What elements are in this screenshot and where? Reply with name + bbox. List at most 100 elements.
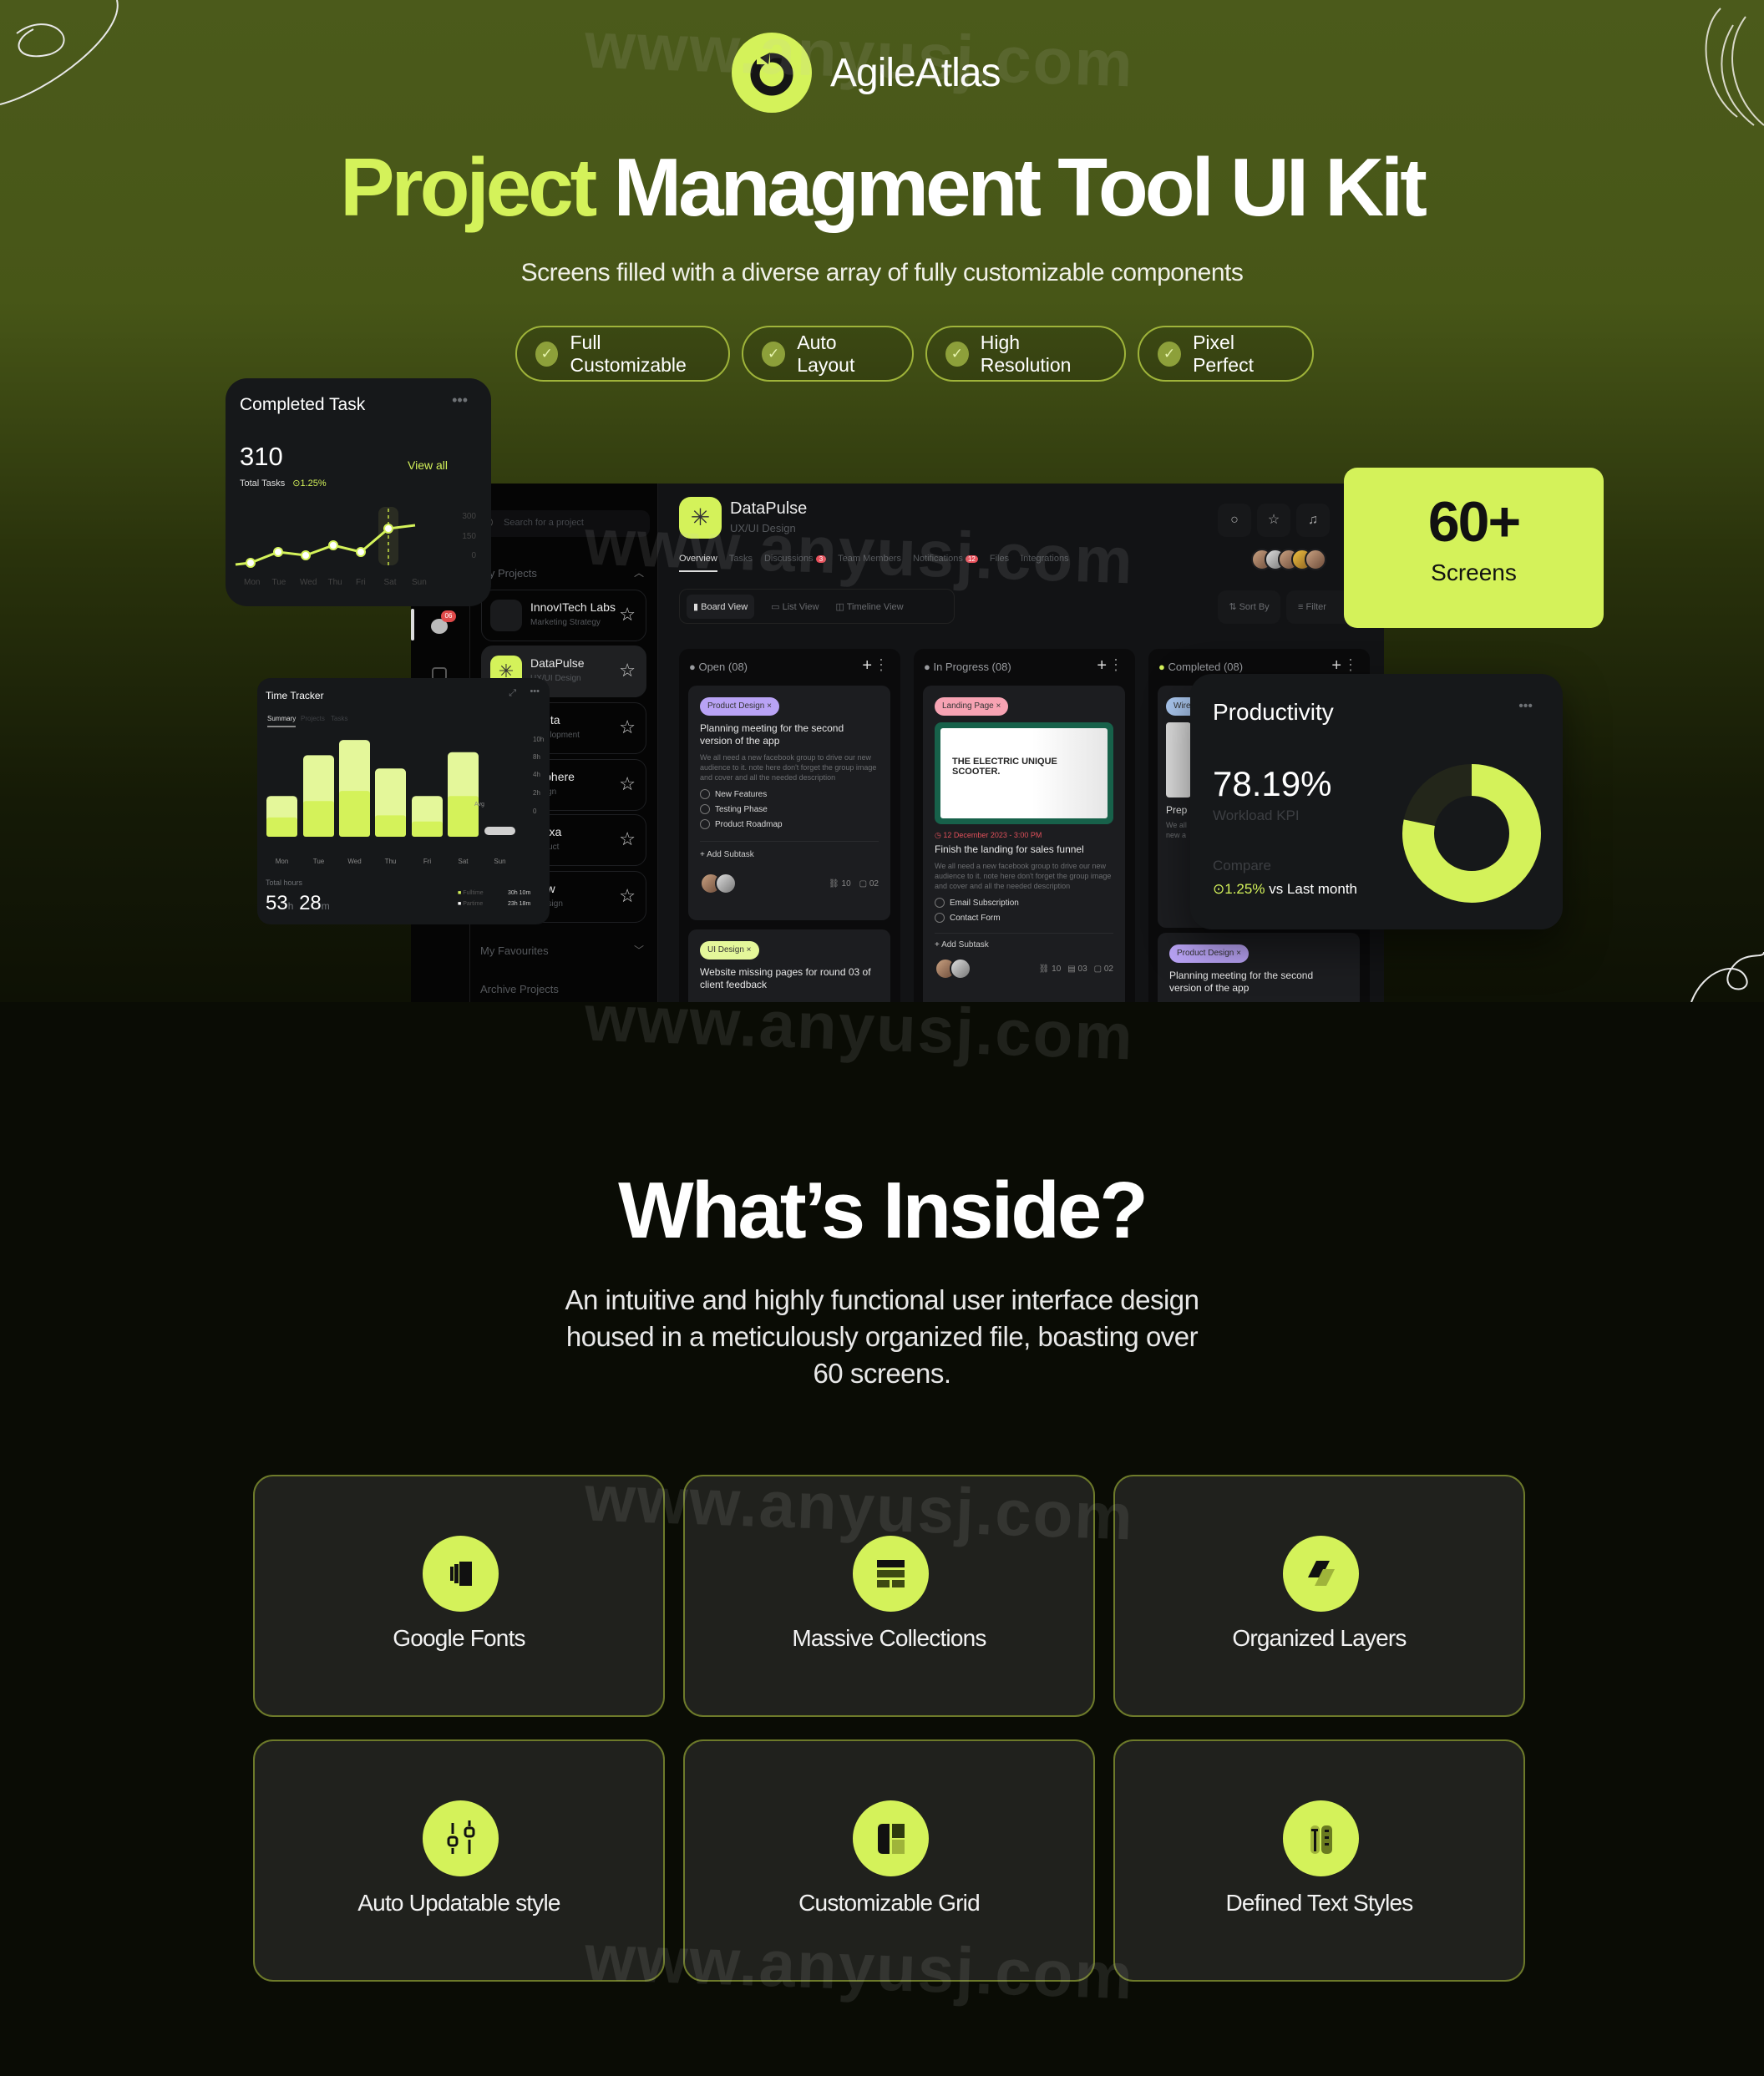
- feature-label: Defined Text Styles: [1225, 1890, 1414, 1916]
- board-view-button[interactable]: ▮ Board View: [687, 594, 755, 619]
- view-switcher: ▮ Board View ▭ List View ◫ Timeline View: [679, 589, 955, 624]
- comment-count: ▢ 02: [859, 879, 879, 889]
- chevron-up-icon[interactable]: ︿: [634, 565, 644, 580]
- task-footer: ⛓ 10 ▤ 03 ▢ 02: [935, 958, 1113, 980]
- task-card[interactable]: Product Design × Planning meeting for th…: [1158, 933, 1360, 1002]
- minutes-unit: m: [321, 900, 330, 912]
- tab-tasks[interactable]: Tasks: [331, 715, 347, 722]
- tab-team-members[interactable]: Team Members: [838, 554, 901, 572]
- more-icon[interactable]: •••: [452, 392, 468, 409]
- list-view-button[interactable]: ▭ List View: [771, 601, 819, 612]
- tab-projects[interactable]: Projects: [301, 715, 325, 722]
- star-icon[interactable]: ☆: [1257, 504, 1290, 537]
- y-tick-label: 300: [462, 512, 476, 521]
- time-tracker-card: Time Tracker ⤢ ••• Summary Projects Task…: [257, 678, 550, 924]
- y-tick-label: 8h: [533, 753, 540, 761]
- subtask-item[interactable]: Testing Phase: [700, 804, 879, 814]
- column-title-text: Completed (08): [1168, 661, 1244, 673]
- comment-count: ▢ 02: [1093, 964, 1113, 974]
- star-icon[interactable]: ☆: [619, 604, 636, 625]
- avatar: [950, 958, 971, 980]
- screens-count-card: 60+ Screens: [1344, 468, 1604, 628]
- more-icon[interactable]: •••: [1518, 699, 1533, 714]
- add-subtask-button[interactable]: + Add Subtask: [935, 933, 1113, 949]
- project-search-input[interactable]: Search for a project: [479, 510, 650, 537]
- search-icon[interactable]: ○: [1218, 504, 1251, 537]
- project-item[interactable]: InnovITech Labs Marketing Strategy ☆: [481, 590, 646, 641]
- badge-full-customizable: ✓ Full Customizable: [515, 326, 730, 382]
- star-icon[interactable]: ☆: [619, 716, 636, 738]
- more-vertical-icon[interactable]: ⋮: [1108, 656, 1123, 674]
- workload-kpi-value: 78.19%: [1213, 764, 1332, 803]
- subtask-item[interactable]: Contact Form: [935, 913, 1113, 923]
- task-card[interactable]: Product Design × Planning meeting for th…: [688, 686, 890, 920]
- avg-label: Avg: [474, 802, 484, 808]
- hours: 53: [266, 892, 288, 914]
- task-preview-image: [1166, 722, 1191, 797]
- task-card[interactable]: UI Design × Website missing pages for ro…: [688, 929, 890, 1002]
- archive-projects-section[interactable]: Archive Projects: [480, 983, 559, 995]
- view-all-link[interactable]: View all: [408, 458, 448, 472]
- task-card[interactable]: Landing Page × THE ELECTRIC UNIQUE SCOOT…: [923, 686, 1125, 1002]
- data-point: [301, 550, 311, 560]
- tag-label: Wire: [1173, 701, 1191, 711]
- my-favourites-section[interactable]: My Favourites: [480, 944, 549, 957]
- column-title: ● Open (08): [689, 661, 748, 673]
- x-tick-label: Sun: [494, 858, 505, 865]
- bell-icon[interactable]: ♫: [1296, 504, 1330, 537]
- star-icon[interactable]: ☆: [619, 773, 636, 795]
- tab-tasks[interactable]: Tasks: [729, 554, 753, 572]
- tab-discussions[interactable]: Discussions 3: [764, 554, 827, 572]
- bar-fulltime: [339, 791, 370, 837]
- chevron-down-icon[interactable]: ﹀: [634, 943, 644, 957]
- tab-files[interactable]: Files: [990, 554, 1009, 572]
- more-icon[interactable]: •••: [530, 686, 540, 696]
- subtask-item[interactable]: Product Roadmap: [700, 819, 879, 829]
- total-tasks-value: 310: [240, 442, 283, 471]
- subtask-label: Email Subscription: [950, 898, 1019, 908]
- view-label: Board View: [701, 601, 748, 612]
- more-vertical-icon[interactable]: ⋮: [874, 656, 889, 674]
- productivity-donut-chart: [1402, 764, 1541, 903]
- add-task-icon[interactable]: +: [1097, 656, 1107, 676]
- task-footer: ⛓ 10 ▢ 02: [700, 873, 879, 894]
- due-date-text: 12 December 2023 - 3:00 PM: [943, 831, 1042, 839]
- change-value: 1.25%: [300, 478, 327, 489]
- tab-overview[interactable]: Overview: [679, 554, 717, 572]
- more-vertical-icon[interactable]: ⋮: [1343, 656, 1358, 674]
- task-description: We all need a new facebook group to driv…: [935, 862, 1112, 890]
- completed-task-line-chart: 300 150 0 Mon Tue Wed Thu Fri Sat Sun: [235, 507, 476, 587]
- legend-fulltime: ■ Fulltime 30h 10m: [458, 890, 531, 896]
- logo-mark-icon: [750, 51, 793, 96]
- subtask-item[interactable]: New Features: [700, 789, 879, 799]
- check-icon: ✓: [762, 341, 786, 367]
- legend-minutes: 18: [519, 901, 526, 907]
- active-indicator: [411, 609, 414, 641]
- description-line: An intuitive and highly functional user …: [565, 1284, 1200, 1315]
- check-icon: ✓: [945, 341, 969, 367]
- tab-integrations[interactable]: Integrations: [1021, 554, 1068, 572]
- badge-label: Auto Layout: [797, 331, 855, 376]
- link-count-value: 10: [841, 879, 851, 889]
- sort-by-button[interactable]: ⇅ Sort By: [1218, 590, 1280, 624]
- expand-icon[interactable]: ⤢: [509, 688, 516, 699]
- team-avatars[interactable]: [1251, 549, 1326, 570]
- x-tick-label: Sat: [458, 858, 469, 865]
- tab-notifications[interactable]: Notifications 12: [913, 554, 978, 572]
- star-icon[interactable]: ☆: [619, 660, 636, 681]
- add-task-icon[interactable]: +: [862, 656, 872, 676]
- subtask-label: Product Roadmap: [715, 819, 783, 829]
- timeline-view-button[interactable]: ◫ Timeline View: [835, 601, 903, 612]
- add-task-icon[interactable]: +: [1331, 656, 1341, 676]
- subtask-item[interactable]: Email Subscription: [935, 898, 1113, 908]
- sliders-icon: [423, 1800, 499, 1876]
- star-icon[interactable]: ☆: [619, 828, 636, 850]
- grid-icon: [853, 1800, 929, 1876]
- star-icon[interactable]: ☆: [619, 885, 636, 907]
- feature-card-customizable-grid: Customizable Grid: [683, 1739, 1095, 1982]
- bar-fulltime: [412, 821, 443, 837]
- tab-summary[interactable]: Summary: [267, 715, 297, 727]
- section-description: An intuitive and highly functional user …: [0, 1282, 1764, 1392]
- task-tag: Product Design ×: [1169, 944, 1249, 963]
- add-subtask-button[interactable]: + Add Subtask: [700, 841, 879, 859]
